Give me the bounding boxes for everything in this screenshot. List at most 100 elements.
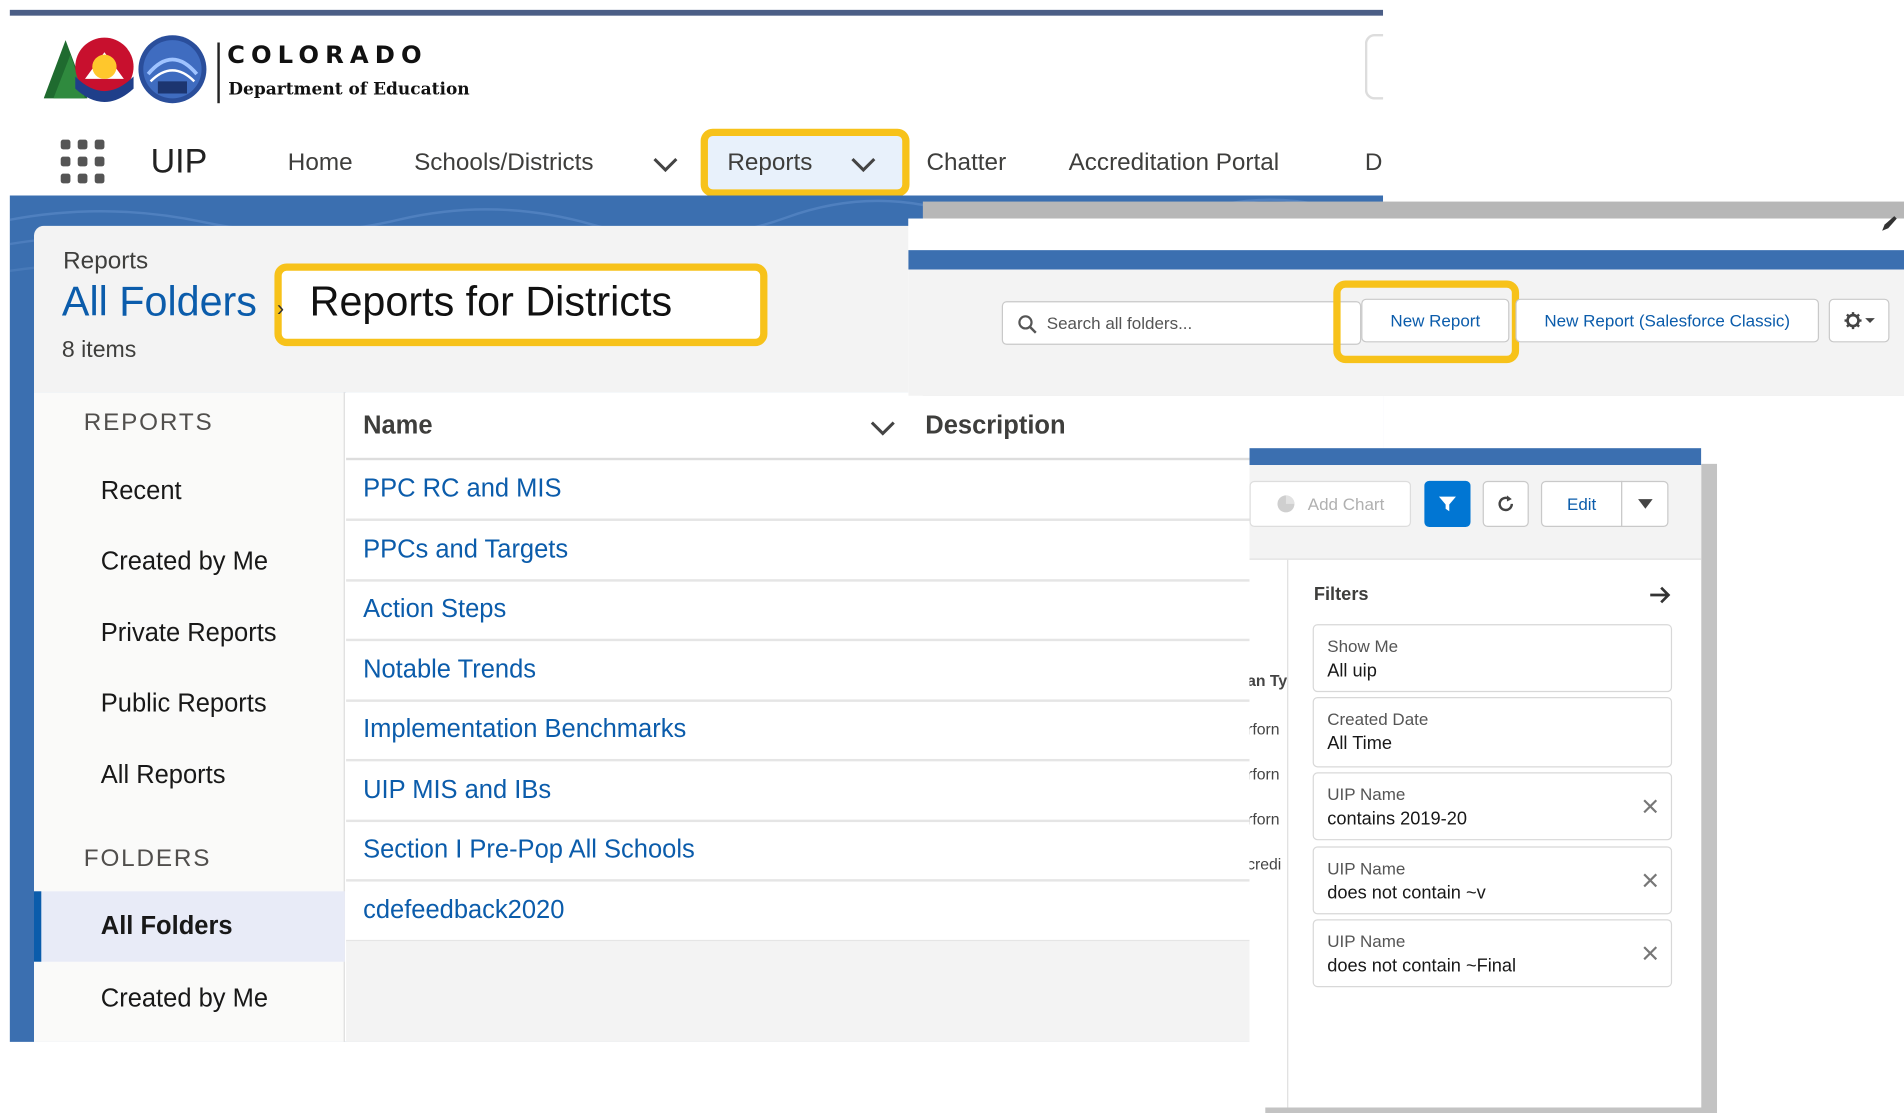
- sidebar-item-recent[interactable]: Recent: [101, 477, 182, 506]
- new-report-classic-button[interactable]: New Report (Salesforce Classic): [1515, 298, 1820, 343]
- nav-tab-accreditation-portal[interactable]: Accreditation Portal: [1069, 149, 1280, 177]
- add-chart-label: Add Chart: [1307, 494, 1385, 514]
- global-search-input[interactable]: [1364, 34, 1384, 100]
- chevron-down-icon[interactable]: [849, 152, 878, 176]
- folder-search-input[interactable]: [1046, 310, 1351, 336]
- report-toolbar: Add Chart Edit: [1249, 465, 1702, 560]
- filter-value: All uip: [1327, 660, 1377, 682]
- filters-panel: Filters Show Me All uip Created Date All…: [1288, 559, 1702, 1108]
- table-row: PPCs and Targets: [346, 521, 1384, 582]
- filter-created-date[interactable]: Created Date All Time: [1312, 697, 1673, 768]
- brand-header: COLORADO Department of Education: [9, 15, 1384, 123]
- folder-search-box[interactable]: [1001, 301, 1362, 345]
- filters-title: Filters: [1313, 584, 1369, 605]
- breadcrumb-separator: ›: [276, 296, 285, 321]
- refresh-icon: [1498, 495, 1514, 512]
- report-preview-fragment: an Ty rforn rforn rforn credi: [1249, 559, 1289, 1108]
- table-row: Section I Pre-Pop All Schools: [346, 821, 1384, 882]
- cell-fragment: rforn: [1249, 809, 1280, 829]
- page-banner: [908, 250, 1904, 270]
- window-top: [908, 218, 1904, 251]
- sidebar-item-created-by-me[interactable]: Created by Me: [101, 548, 268, 577]
- page-title: Reports for Districts: [309, 279, 673, 326]
- pencil-icon: [1882, 216, 1897, 231]
- report-filters-window: Add Chart Edit an Ty rforn rforn rforn c…: [1249, 448, 1702, 1108]
- close-icon[interactable]: [1642, 945, 1659, 962]
- report-link[interactable]: Section I Pre-Pop All Schools: [363, 835, 695, 864]
- settings-menu-button[interactable]: [1828, 298, 1890, 343]
- app-launcher-icon[interactable]: [60, 139, 105, 184]
- refresh-button[interactable]: [1482, 480, 1529, 528]
- nav-tab-more[interactable]: D: [1365, 149, 1383, 177]
- filter-uip-name-not-v[interactable]: UIP Name does not contain ~v: [1312, 846, 1673, 915]
- report-link[interactable]: cdefeedback2020: [363, 896, 564, 925]
- add-chart-button[interactable]: Add Chart: [1249, 480, 1412, 528]
- nav-tab-reports[interactable]: Reports: [727, 149, 812, 177]
- column-header-name[interactable]: Name: [363, 412, 432, 441]
- report-link[interactable]: PPC RC and MIS: [363, 475, 561, 504]
- caret-down-icon: [1637, 499, 1653, 509]
- reports-sidebar: REPORTS Recent Created by Me Private Rep…: [34, 392, 345, 1042]
- reports-table: Name Description PPC RC and MIS PPCs and…: [346, 392, 1384, 1042]
- reports-folder-window: COLORADO Department of Education UIP Hom…: [9, 9, 1384, 1042]
- app-navbar: UIP Home Schools/Districts Reports Chatt…: [9, 122, 1384, 197]
- sidebar-heading-folders: FOLDERS: [83, 845, 212, 872]
- new-report-button[interactable]: New Report: [1361, 298, 1510, 343]
- cell-fragment: rforn: [1249, 765, 1280, 784]
- folder-content: REPORTS Recent Created by Me Private Rep…: [34, 392, 1384, 1042]
- close-icon[interactable]: [1642, 798, 1659, 815]
- sidebar-item-all-folders-label[interactable]: All Folders: [101, 912, 233, 941]
- column-header-description[interactable]: Description: [925, 412, 1065, 441]
- org-subtitle: Department of Education: [228, 80, 470, 100]
- report-link[interactable]: UIP MIS and IBs: [363, 776, 551, 805]
- page-banner: [1249, 448, 1702, 466]
- arrow-right-icon[interactable]: [1648, 584, 1672, 606]
- report-link[interactable]: Implementation Benchmarks: [363, 715, 686, 744]
- filter-value: All Time: [1327, 733, 1393, 755]
- table-empty-area: [346, 941, 1384, 1042]
- app-name: UIP: [150, 142, 208, 180]
- filter-uip-name-not-final[interactable]: UIP Name does not contain ~Final: [1312, 919, 1673, 988]
- filter-label: Show Me: [1327, 636, 1399, 656]
- column-header-fragment: an Ty: [1249, 671, 1288, 690]
- filter-value: does not contain ~Final: [1327, 955, 1517, 977]
- report-link[interactable]: PPCs and Targets: [363, 536, 568, 565]
- table-header: Name Description: [346, 392, 1384, 461]
- sidebar-heading-reports: REPORTS: [83, 409, 214, 436]
- sidebar-item-private-reports[interactable]: Private Reports: [101, 619, 277, 648]
- more-actions-button[interactable]: [1621, 480, 1669, 528]
- filter-value: contains 2019-20: [1327, 808, 1467, 830]
- chevron-down-icon[interactable]: [868, 415, 897, 439]
- filter-icon: [1438, 496, 1456, 512]
- table-row: Notable Trends: [346, 641, 1384, 702]
- nav-tab-schools-districts[interactable]: Schools/Districts: [414, 149, 593, 177]
- object-label: Reports: [63, 247, 149, 275]
- filter-label: UIP Name: [1327, 858, 1406, 878]
- filter-label: Created Date: [1327, 709, 1429, 729]
- nav-tab-home[interactable]: Home: [288, 149, 353, 177]
- gear-icon: [1844, 312, 1875, 330]
- close-icon[interactable]: [1642, 872, 1659, 889]
- report-link[interactable]: Action Steps: [363, 595, 506, 624]
- search-icon: [1018, 315, 1037, 334]
- filter-show-me[interactable]: Show Me All uip: [1312, 624, 1673, 693]
- cde-seal-icon: [138, 35, 207, 104]
- chevron-down-icon[interactable]: [651, 152, 680, 176]
- filter-uip-name-contains[interactable]: UIP Name contains 2019-20: [1312, 772, 1673, 841]
- sidebar-item-all-reports[interactable]: All Reports: [101, 761, 226, 790]
- colorado-logo-icon: [43, 37, 134, 103]
- cell-fragment: credi: [1249, 854, 1282, 874]
- sidebar-item-public-reports[interactable]: Public Reports: [101, 690, 267, 719]
- sidebar-item-folders-created-by-me[interactable]: Created by Me: [101, 985, 268, 1014]
- edit-button[interactable]: Edit: [1540, 480, 1623, 528]
- table-row: Implementation Benchmarks: [346, 701, 1384, 762]
- folder-actions-window: New Report New Report (Salesforce Classi…: [908, 218, 1904, 396]
- breadcrumb-all-folders[interactable]: All Folders: [62, 279, 257, 326]
- report-link[interactable]: Notable Trends: [363, 656, 536, 685]
- item-count: 8 items: [61, 337, 137, 364]
- filter-toggle-button[interactable]: [1424, 480, 1471, 528]
- screenshot-collage: COLORADO Department of Education UIP Hom…: [0, 0, 1904, 1113]
- logo-divider: [217, 42, 220, 104]
- folder-actions-bar: New Report New Report (Salesforce Classi…: [908, 269, 1904, 396]
- nav-tab-chatter[interactable]: Chatter: [927, 149, 1007, 177]
